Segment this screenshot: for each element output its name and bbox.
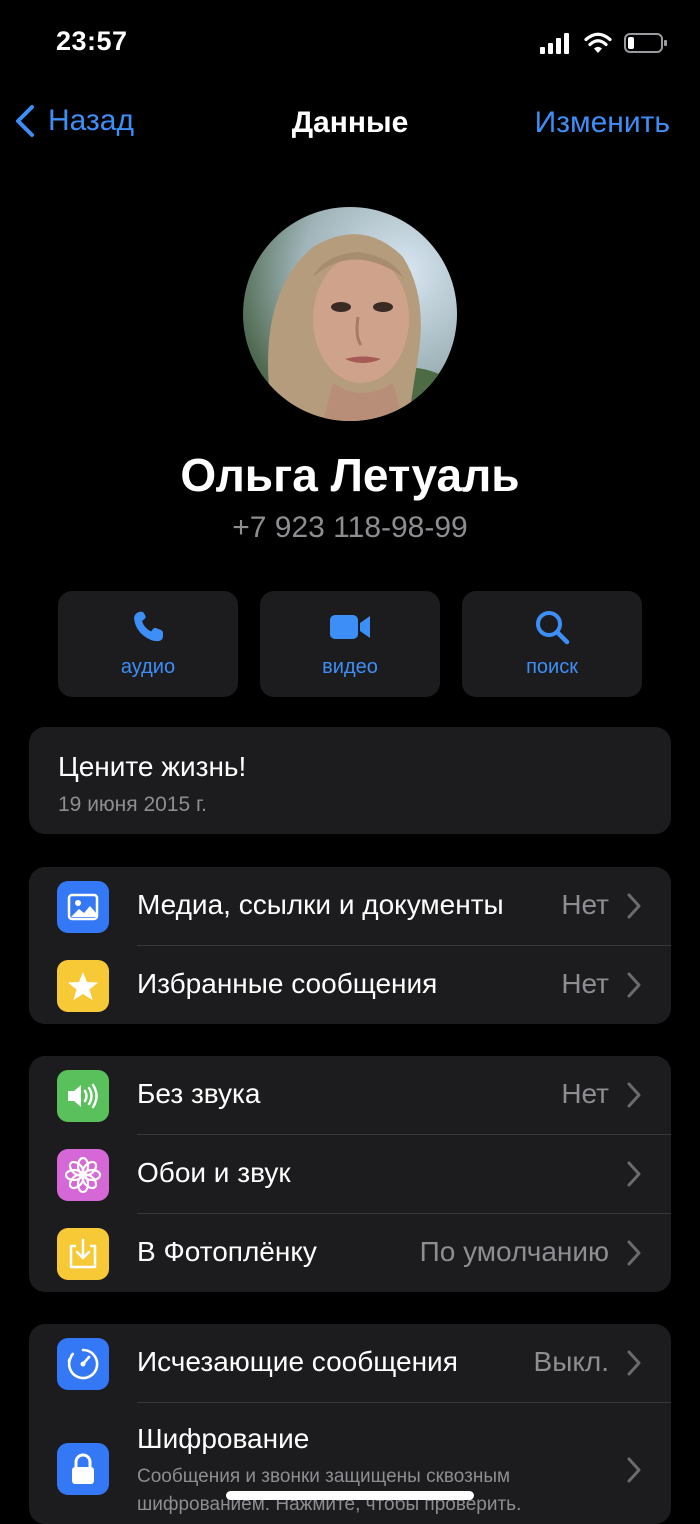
about-text: Цените жизнь!	[58, 751, 247, 782]
row-label: Без звука	[137, 1078, 261, 1109]
save-download-icon	[57, 1228, 109, 1280]
video-call-button[interactable]: видео	[260, 591, 440, 697]
chevron-right-icon	[627, 1161, 641, 1187]
search-icon	[536, 611, 570, 645]
row-label: Избранные сообщения	[137, 968, 438, 999]
status-time: 23:57	[56, 26, 128, 56]
star-icon	[57, 960, 109, 1012]
row-label: Обои и звук	[137, 1157, 291, 1188]
audio-label: аудио	[120, 656, 176, 678]
disappearing-messages-row[interactable]: Исчезающие сообщения Выкл.	[29, 1324, 671, 1403]
row-label: Исчезающие сообщения	[137, 1346, 458, 1377]
chevron-right-icon	[627, 893, 641, 919]
mute-row[interactable]: Без звука Нет	[29, 1056, 671, 1135]
chevron-right-icon	[627, 1240, 641, 1266]
chevron-right-icon	[627, 1350, 641, 1376]
avatar-photo	[243, 207, 457, 421]
settings-group: Без звука Нет Обои и звук В Фотоплёнку П…	[29, 1056, 671, 1292]
row-value: Нет	[561, 889, 609, 920]
avatar[interactable]	[243, 207, 457, 421]
timer-icon	[57, 1338, 109, 1390]
encryption-row[interactable]: Шифрование Сообщения и звонки защищены с…	[29, 1403, 671, 1524]
row-value: Нет	[561, 1078, 609, 1109]
lock-icon	[57, 1443, 109, 1495]
speaker-icon	[57, 1070, 109, 1122]
starred-messages-row[interactable]: Избранные сообщения Нет	[29, 946, 671, 1024]
wifi-icon	[584, 32, 612, 53]
encryption-title: Шифрование	[137, 1423, 310, 1454]
edit-button[interactable]: Изменить	[535, 106, 670, 140]
row-value: По умолчанию	[419, 1236, 609, 1267]
about-date: 19 июня 2015 г.	[58, 793, 207, 816]
home-indicator[interactable]	[226, 1491, 474, 1500]
signal-icon	[540, 33, 569, 54]
save-to-camera-roll-row[interactable]: В Фотоплёнку По умолчанию	[29, 1214, 671, 1292]
video-camera-icon	[330, 615, 370, 639]
search-label: поиск	[526, 656, 578, 678]
row-value: Выкл.	[533, 1346, 609, 1377]
chevron-right-icon	[627, 1082, 641, 1108]
audio-call-button[interactable]: аудио	[58, 591, 238, 697]
video-label: видео	[322, 656, 378, 678]
search-button[interactable]: поиск	[462, 591, 642, 697]
contact-name: Ольга Летуаль	[180, 449, 520, 501]
image-icon	[57, 881, 109, 933]
status-icons	[540, 32, 668, 54]
phone-icon	[134, 611, 163, 642]
row-value: Нет	[561, 968, 609, 999]
about-card: Цените жизнь! 19 июня 2015 г.	[29, 727, 671, 834]
row-label: В Фотоплёнку	[137, 1236, 317, 1267]
wallpaper-sound-row[interactable]: Обои и звук	[29, 1135, 671, 1214]
chevron-right-icon	[627, 1457, 641, 1483]
media-links-docs-row[interactable]: Медиа, ссылки и документы Нет	[29, 867, 671, 946]
battery-icon	[624, 33, 667, 53]
flower-icon	[57, 1149, 109, 1201]
row-label: Медиа, ссылки и документы	[137, 889, 504, 920]
media-group: Медиа, ссылки и документы Нет Избранные …	[29, 867, 671, 1024]
chevron-right-icon	[627, 972, 641, 998]
contact-phone: +7 923 118-98-99	[232, 511, 468, 544]
